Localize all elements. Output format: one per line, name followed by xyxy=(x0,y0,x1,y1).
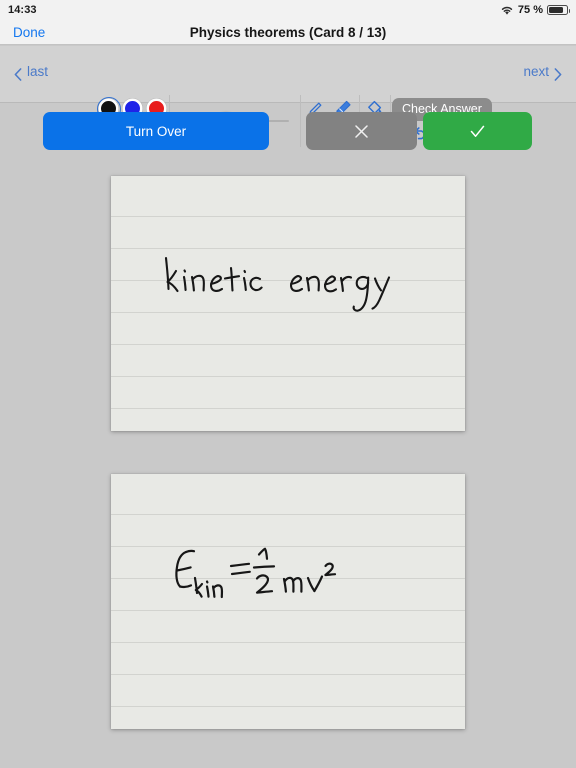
battery-icon xyxy=(547,5,570,15)
check-icon xyxy=(468,122,487,141)
page-title: Physics theorems (Card 8 / 13) xyxy=(189,24,387,40)
wifi-icon xyxy=(501,6,513,15)
answer-actions-bar: Turn Over xyxy=(0,103,576,167)
flashcard-app-screen: 14:33 75 % Done Physics theorems (Card 8… xyxy=(0,0,576,768)
turn-over-button[interactable]: Turn Over xyxy=(43,112,269,150)
next-card-label: next xyxy=(523,64,549,79)
drawing-toolbar: last Check Answer next xyxy=(0,46,576,147)
status-bar: 14:33 75 % xyxy=(0,0,576,20)
cross-icon xyxy=(352,122,371,141)
answer-handwriting xyxy=(175,547,337,599)
mark-correct-button[interactable] xyxy=(423,112,532,150)
status-clock: 14:33 xyxy=(8,4,37,16)
done-button[interactable]: Done xyxy=(13,25,45,40)
chevron-left-icon xyxy=(14,67,22,81)
status-indicators: 75 % xyxy=(500,4,570,16)
answer-card[interactable] xyxy=(111,474,465,729)
battery-percent-label: 75 % xyxy=(517,4,543,16)
previous-card-label: last xyxy=(27,64,49,79)
question-handwriting xyxy=(164,256,391,312)
mark-wrong-button[interactable] xyxy=(306,112,417,150)
next-card-button[interactable]: next xyxy=(523,64,562,81)
question-card[interactable] xyxy=(111,176,465,431)
navigation-bar: Done Physics theorems (Card 8 / 13) xyxy=(0,20,576,45)
previous-card-button[interactable]: last xyxy=(14,64,49,81)
chevron-right-icon xyxy=(554,67,562,81)
